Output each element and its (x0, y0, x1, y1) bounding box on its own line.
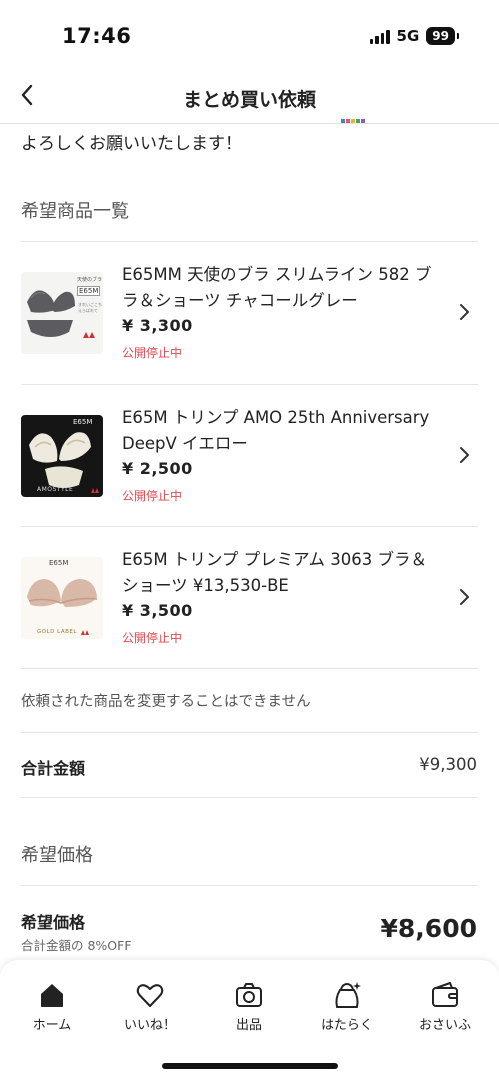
nav-sell[interactable]: 出品 (204, 980, 294, 1033)
network-type: 5G (396, 27, 420, 45)
status-indicators: 5G 99 (369, 27, 459, 45)
product-item[interactable]: 天使のブラ E65M きれいごこち えらばれて E65MM 天使のブラ スリムラ… (0, 242, 499, 384)
chevron-right-icon (460, 447, 469, 463)
total-value: ¥9,300 (419, 755, 477, 774)
nav-label: はたらく (321, 1018, 373, 1033)
camera-icon (236, 983, 262, 1007)
hope-price-sub: 合計金額の 8%OFF (21, 938, 132, 953)
home-icon (41, 984, 63, 1007)
nav-wallet[interactable]: おさいふ (400, 980, 490, 1033)
product-thumbnail: E65M GOLD LABEL (21, 557, 103, 639)
battery-icon: 99 (426, 27, 459, 45)
product-price: ¥ 3,300 (122, 316, 193, 335)
chevron-right-icon (460, 589, 469, 605)
nav-label: ホーム (32, 1018, 72, 1033)
scrolled-image-edge (341, 119, 365, 123)
nav-label: おさいふ (418, 1018, 471, 1033)
request-detail: よろしくお願いいたします！ 希望商品一覧 天使のブラ E65M きれいごこち え… (0, 125, 499, 960)
thumb-label: E65M (77, 286, 101, 296)
status-time: 17:46 (62, 24, 132, 48)
bottom-nav: ホーム いいね！ 出品 はたらく おさいふ (0, 960, 499, 1080)
change-note: 依頼された商品を変更することはできません (21, 694, 311, 710)
product-thumbnail: 天使のブラ E65M きれいごこち えらばれて (21, 272, 103, 354)
nav-home[interactable]: ホーム (7, 980, 97, 1033)
chevron-right-icon (460, 304, 469, 320)
thumb-label: AMOSTYLE (37, 486, 74, 493)
product-status: 公開停止中 (122, 489, 183, 503)
thumb-label: 天使のブラ (77, 277, 103, 283)
thumb-label: E65M (49, 559, 69, 567)
thumb-label: GOLD LABEL (37, 629, 77, 635)
product-thumbnail: E65M AMOSTYLE (21, 415, 103, 497)
thumb-label: えらばれて (78, 308, 98, 313)
thumb-label: E65M (73, 418, 93, 426)
products-section-title: 希望商品一覧 (21, 201, 129, 222)
product-status: 公開停止中 (122, 631, 183, 645)
divider (21, 668, 478, 669)
divider (21, 732, 478, 733)
divider (21, 797, 478, 798)
page-title: まとめ買い依頼 (182, 89, 316, 111)
product-item[interactable]: E65M GOLD LABEL E65M トリンプ プレミアム 3063 ブラ＆… (0, 527, 499, 669)
product-item[interactable]: E65M AMOSTYLE E65M トリンプ AMO 25th Anniver… (0, 385, 499, 527)
nav-label: 出品 (235, 1018, 262, 1033)
nav-likes[interactable]: いいね！ (105, 980, 195, 1033)
product-price: ¥ 2,500 (122, 459, 193, 478)
total-label: 合計金額 (21, 759, 86, 778)
status-bar: 17:46 5G 99 (0, 0, 499, 72)
message-text: よろしくお願いいたします！ (21, 134, 242, 154)
product-title: E65M トリンプ プレミアム 3063 ブラ＆ショーツ ¥13,530-BE (122, 550, 427, 595)
work-bag-icon (335, 982, 361, 1008)
wallet-icon (432, 982, 458, 1007)
hope-price-value: ¥8,600 (380, 914, 477, 943)
hope-price-label: 希望価格 (21, 913, 86, 932)
product-status: 公開停止中 (122, 346, 183, 360)
product-price: ¥ 3,500 (122, 601, 193, 620)
heart-icon (136, 984, 164, 1007)
divider (21, 885, 478, 886)
product-title: E65MM 天使のブラ スリムライン 582 ブラ＆ショーツ チャコールグレー (122, 265, 432, 310)
home-indicator (162, 1063, 338, 1069)
signal-icon (369, 29, 390, 44)
nav-label: いいね！ (123, 1018, 176, 1033)
hope-section-title: 希望価格 (21, 845, 93, 866)
nav-work[interactable]: はたらく (302, 980, 392, 1033)
product-title: E65M トリンプ AMO 25th Anniversary DeepV イエロ… (122, 408, 430, 453)
nav-header: まとめ買い依頼 (0, 72, 499, 124)
